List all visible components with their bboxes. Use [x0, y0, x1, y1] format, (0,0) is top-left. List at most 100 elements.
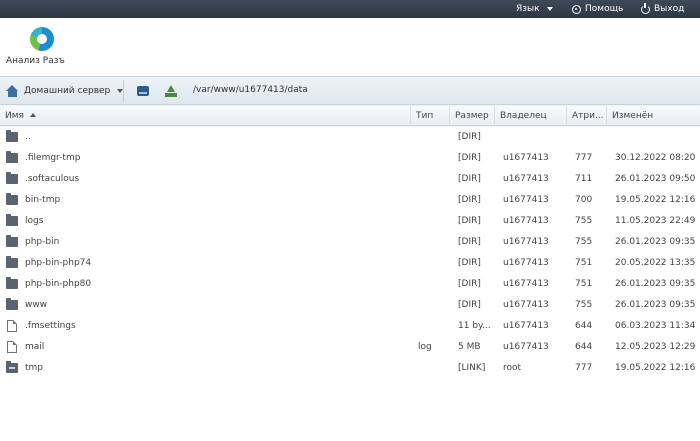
- table-row[interactable]: .softaculous [DIR] u1677413 711 26.01.2023 0…: [0, 169, 700, 190]
- table-row[interactable]: www [DIR] u1677413 755 26.01.2023 09:35...: [0, 295, 700, 316]
- file-name: php-bin-php80: [25, 279, 92, 289]
- app-header: Анализ Разъ: [0, 18, 700, 76]
- file-name: www: [25, 300, 48, 310]
- column-size[interactable]: Размер: [450, 106, 495, 126]
- file-size: [LINK]: [458, 363, 486, 373]
- file-modified: 30.12.2022 08:20...: [615, 153, 695, 163]
- file-attributes: 777: [575, 153, 593, 163]
- file-attributes: 700: [575, 195, 593, 205]
- column-name-label: Имя: [5, 111, 24, 121]
- power-icon: [641, 2, 650, 14]
- file-modified: 26.01.2023 09:50...: [615, 174, 695, 184]
- file-owner: u1677413: [503, 153, 549, 163]
- table-row[interactable]: bin-tmp [DIR] u1677413 700 19.05.2022 12:16.…: [0, 190, 700, 211]
- file-modified: 26.01.2023 09:35...: [615, 279, 695, 289]
- file-type: [418, 127, 450, 148]
- file-modified: 19.05.2022 12:16...: [615, 195, 695, 205]
- file-owner: u1677413: [503, 300, 549, 310]
- analysis-app-button[interactable]: Анализ Разъ: [4, 24, 74, 72]
- column-owner[interactable]: Владелец: [495, 106, 567, 126]
- file-name: .softaculous: [25, 174, 80, 184]
- file-type: [418, 211, 450, 232]
- file-size: [DIR]: [458, 174, 481, 184]
- table-header: Имя Тип Размер Владелец Атри... Изменён: [0, 106, 700, 126]
- folder-icon: [6, 172, 18, 184]
- file-owner: [503, 127, 565, 148]
- toolbar: Домашний сервер /var/www/u1677413/data: [0, 76, 700, 105]
- file-modified: 06.03.2023 11:34...: [615, 321, 695, 331]
- file-modified: 20.05.2022 13:35...: [615, 258, 695, 268]
- sort-ascending-icon: [29, 113, 36, 117]
- file-owner: u1677413: [503, 321, 549, 331]
- file-size: [DIR]: [458, 258, 481, 268]
- file-owner: u1677413: [503, 237, 549, 247]
- file-name: .filemgr-tmp: [25, 153, 81, 163]
- file-owner: u1677413: [503, 342, 549, 352]
- help-icon: [572, 4, 581, 14]
- file-owner: u1677413: [503, 279, 549, 289]
- folder-icon: [6, 298, 18, 310]
- file-name: php-bin-php74: [25, 258, 92, 268]
- help-link[interactable]: Помощь: [572, 0, 623, 18]
- file-type: [418, 295, 450, 316]
- table-row[interactable]: .fmsettings 11 by... u1677413 644 06.03.2023…: [0, 316, 700, 337]
- table-row[interactable]: tmp [LINK] root 777 19.05.2022 12:16...: [0, 358, 700, 379]
- server-label: Домашний сервер: [24, 86, 111, 96]
- disk-icon[interactable]: [136, 84, 150, 98]
- table-row[interactable]: .. [DIR]: [0, 127, 700, 148]
- file-size: [DIR]: [458, 195, 481, 205]
- file-type: [418, 232, 450, 253]
- disk-analysis-icon: [30, 27, 54, 51]
- folder-icon: [6, 256, 18, 268]
- file-attributes: 751: [575, 258, 593, 268]
- table-row[interactable]: php-bin [DIR] u1677413 755 26.01.2023 09:35.…: [0, 232, 700, 253]
- table-row[interactable]: mail log 5 MB u1677413 644 12.05.2023 12:29..…: [0, 337, 700, 358]
- logout-label: Выход: [654, 4, 685, 14]
- file-attributes: 755: [575, 216, 593, 226]
- file-size: [DIR]: [458, 216, 481, 226]
- file-owner: u1677413: [503, 174, 549, 184]
- folder-link-icon: [6, 361, 18, 373]
- file-owner: root: [503, 363, 522, 373]
- column-attributes[interactable]: Атри...: [567, 106, 607, 126]
- folder-icon: [6, 277, 18, 289]
- file-name: .fmsettings: [25, 321, 76, 331]
- table-row[interactable]: php-bin-php80 [DIR] u1677413 751 26.01.2023 …: [0, 274, 700, 295]
- logout-link[interactable]: Выход: [641, 0, 684, 18]
- file-name: mail: [25, 342, 45, 352]
- file-type: [418, 274, 450, 295]
- file-attributes: 711: [575, 174, 593, 184]
- folder-icon: [6, 151, 18, 163]
- file-attributes: 644: [575, 342, 593, 352]
- upload-icon[interactable]: [164, 84, 178, 98]
- column-name[interactable]: Имя: [0, 106, 411, 126]
- top-bar: Язык Помощь Выход: [0, 0, 700, 18]
- table-row[interactable]: php-bin-php74 [DIR] u1677413 751 20.05.2022 …: [0, 253, 700, 274]
- language-menu[interactable]: Язык: [516, 0, 553, 18]
- server-selector[interactable]: Домашний сервер: [6, 83, 124, 99]
- folder-icon: [6, 193, 18, 205]
- file-size: [DIR]: [458, 237, 481, 247]
- table-row[interactable]: .filemgr-tmp [DIR] u1677413 777 30.12.2022 0…: [0, 148, 700, 169]
- file-icon: [7, 341, 17, 353]
- toolbar-divider: [123, 80, 124, 102]
- file-attributes: 777: [575, 363, 593, 373]
- file-name: logs: [25, 216, 44, 226]
- file-attributes: [575, 127, 607, 148]
- current-path: /var/www/u1677413/data: [193, 85, 308, 95]
- language-label: Язык: [516, 4, 540, 14]
- file-name: tmp: [25, 363, 44, 373]
- file-name: php-bin: [25, 237, 60, 247]
- file-type: log: [418, 342, 432, 352]
- file-name: bin-tmp: [25, 195, 61, 205]
- file-modified: 26.01.2023 09:35...: [615, 300, 695, 310]
- folder-icon: [6, 130, 18, 142]
- table-row[interactable]: logs [DIR] u1677413 755 11.05.2023 22:49...: [0, 211, 700, 232]
- file-owner: u1677413: [503, 258, 549, 268]
- file-size: [DIR]: [458, 300, 481, 310]
- file-size: [DIR]: [458, 279, 481, 289]
- file-attributes: 755: [575, 300, 593, 310]
- chevron-down-icon: [546, 7, 553, 11]
- column-modified[interactable]: Изменён: [607, 106, 700, 126]
- column-type[interactable]: Тип: [411, 106, 450, 126]
